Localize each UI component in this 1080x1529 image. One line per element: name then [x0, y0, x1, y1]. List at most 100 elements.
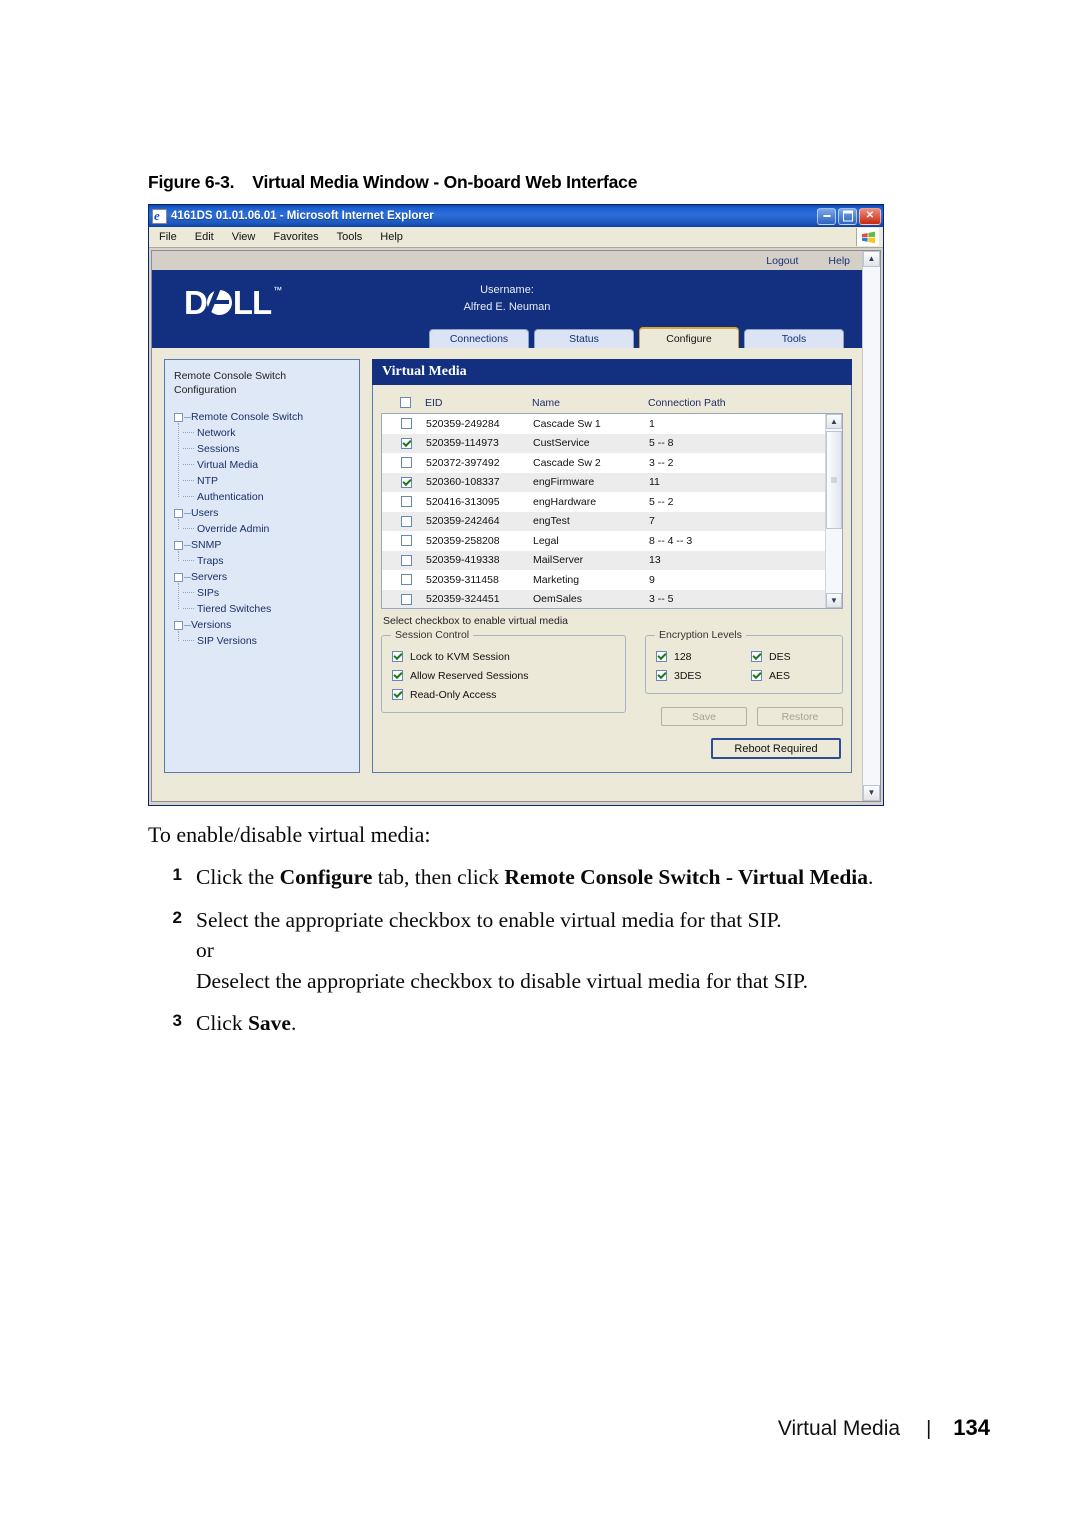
row-checkbox[interactable]: [400, 554, 412, 566]
read-only-access-checkbox[interactable]: [392, 689, 403, 700]
row-checkbox[interactable]: [400, 476, 412, 488]
row-checkbox[interactable]: [400, 574, 412, 586]
reboot-required-button[interactable]: Reboot Required: [711, 738, 841, 759]
column-header-name[interactable]: Name: [532, 397, 648, 409]
tree-label: NTP: [197, 475, 218, 488]
sidebar-item-users[interactable]: Users: [174, 505, 351, 521]
scroll-up-arrow-icon[interactable]: ▲: [826, 414, 842, 429]
table-row[interactable]: 520359-258208 Legal 8 -- 4 -- 3: [382, 531, 825, 551]
option-label: Lock to KVM Session: [410, 650, 510, 663]
encryption-aes-checkbox[interactable]: [751, 670, 762, 681]
option-encryption-3des[interactable]: 3DES: [656, 666, 737, 685]
tree-children: Traps: [174, 551, 351, 569]
row-checkbox[interactable]: [400, 593, 412, 605]
sidebar-item-tiered-switches[interactable]: Tiered Switches: [183, 601, 351, 617]
sidebar-item-servers[interactable]: Servers: [174, 569, 351, 585]
tab-status[interactable]: Status: [534, 329, 634, 348]
menu-item-favorites[interactable]: Favorites: [273, 231, 318, 243]
close-icon[interactable]: ✕: [859, 207, 881, 225]
encryption-128-checkbox[interactable]: [656, 651, 667, 662]
sidebar-item-ntp[interactable]: NTP: [183, 473, 351, 489]
select-all-checkbox[interactable]: [399, 397, 411, 408]
sidebar-item-virtual-media[interactable]: Virtual Media: [183, 457, 351, 473]
save-button[interactable]: Save: [661, 707, 747, 726]
restore-button[interactable]: Restore: [757, 707, 843, 726]
page-scrollbar-track[interactable]: [863, 267, 880, 785]
expand-checkbox-icon[interactable]: [174, 508, 183, 518]
menu-item-file[interactable]: File: [159, 231, 177, 243]
table-row[interactable]: 520359-324451 OemSales 3 -- 5: [382, 589, 825, 608]
help-link[interactable]: Help: [828, 255, 850, 267]
step-line: or: [196, 938, 214, 963]
encryption-3des-checkbox[interactable]: [656, 670, 667, 681]
row-checkbox[interactable]: [400, 496, 412, 508]
expand-checkbox-icon[interactable]: [174, 572, 183, 582]
allow-reserved-sessions-checkbox[interactable]: [392, 670, 403, 681]
page-scroll-down-arrow-icon[interactable]: ▼: [863, 785, 880, 801]
tab-configure[interactable]: Configure: [639, 327, 739, 348]
window-controls: ✕: [817, 207, 881, 225]
row-checkbox[interactable]: [400, 457, 412, 469]
page-scroll-up-arrow-icon[interactable]: ▲: [863, 251, 880, 267]
scrollbar-thumb[interactable]: [826, 431, 842, 529]
sidebar-item-override-admin[interactable]: Override Admin: [183, 521, 351, 537]
column-header-eid[interactable]: EID: [425, 397, 532, 409]
tab-tools[interactable]: Tools: [744, 329, 844, 348]
encryption-des-checkbox[interactable]: [751, 651, 762, 662]
sidebar-item-traps[interactable]: Traps: [183, 553, 351, 569]
tab-connections[interactable]: Connections: [429, 329, 529, 348]
table-row[interactable]: 520372-397492 Cascade Sw 2 3 -- 2: [382, 453, 825, 473]
table-vertical-scrollbar[interactable]: ▲ ▼: [825, 414, 842, 608]
sidebar-item-sessions[interactable]: Sessions: [183, 441, 351, 457]
expand-checkbox-icon[interactable]: [174, 620, 183, 630]
table-row[interactable]: 520359-242464 engTest 7: [382, 511, 825, 531]
cell-eid: 520359-114973: [426, 437, 499, 450]
option-encryption-aes[interactable]: AES: [751, 666, 832, 685]
cell-eid: 520359-249284: [426, 417, 500, 430]
logout-link[interactable]: Logout: [766, 255, 798, 267]
row-checkbox[interactable]: [400, 515, 412, 527]
menu-item-tools[interactable]: Tools: [337, 231, 363, 243]
row-checkbox[interactable]: [400, 418, 412, 430]
tree-child: Tiered Switches: [183, 601, 351, 617]
sidebar-item-remote-console-switch[interactable]: Remote Console Switch: [174, 409, 351, 425]
minimize-button[interactable]: [817, 207, 836, 225]
scrollbar-track[interactable]: [826, 429, 842, 593]
page-vertical-scrollbar[interactable]: ▲ ▼: [862, 251, 880, 801]
step-number: 1: [172, 865, 182, 884]
maximize-button[interactable]: [838, 207, 857, 225]
table-row[interactable]: 520360-108337 engFirmware 11: [382, 472, 825, 492]
sidebar-item-authentication[interactable]: Authentication: [183, 489, 351, 505]
menu-item-help[interactable]: Help: [380, 231, 403, 243]
sidebar-item-versions[interactable]: Versions: [174, 617, 351, 633]
option-lock-to-kvm-session[interactable]: Lock to KVM Session: [392, 647, 615, 666]
menu-item-edit[interactable]: Edit: [195, 231, 214, 243]
table-row[interactable]: 520359-249284 Cascade Sw 1 1: [382, 414, 825, 434]
option-allow-reserved-sessions[interactable]: Allow Reserved Sessions: [392, 666, 615, 685]
sidebar-item-network[interactable]: Network: [183, 425, 351, 441]
table-row[interactable]: 520359-114973 CustService 5 -- 8: [382, 433, 825, 453]
option-encryption-des[interactable]: DES: [751, 647, 832, 666]
row-checkbox[interactable]: [400, 437, 412, 449]
cell-eid: 520359-258208: [426, 534, 500, 547]
menu-item-view[interactable]: View: [232, 231, 256, 243]
option-encryption-128[interactable]: 128: [656, 647, 737, 666]
row-checkbox[interactable]: [400, 535, 412, 547]
table-row[interactable]: 520359-419338 MailServer 13: [382, 550, 825, 570]
step-part: .: [868, 865, 874, 889]
scroll-down-arrow-icon[interactable]: ▼: [826, 593, 842, 608]
column-header-connection-path[interactable]: Connection Path: [648, 397, 843, 409]
lock-to-kvm-session-checkbox[interactable]: [392, 651, 403, 662]
table-hint-text: Select checkbox to enable virtual media: [383, 615, 569, 627]
step-part-bold: Configure: [279, 865, 373, 889]
sidebar-item-sip-versions[interactable]: SIP Versions: [183, 633, 351, 649]
sidebar-item-sips[interactable]: SIPs: [183, 585, 351, 601]
sidebar-item-snmp[interactable]: SNMP: [174, 537, 351, 553]
table-row[interactable]: 520416-313095 engHardware 5 -- 2: [382, 492, 825, 512]
expand-checkbox-icon[interactable]: [174, 540, 183, 550]
expand-checkbox-icon[interactable]: [174, 412, 183, 422]
option-read-only-access[interactable]: Read-Only Access: [392, 685, 615, 704]
tree-label: Users: [191, 507, 219, 520]
cell-eid: 520360-108337: [426, 476, 500, 489]
table-row[interactable]: 520359-311458 Marketing 9: [382, 570, 825, 590]
